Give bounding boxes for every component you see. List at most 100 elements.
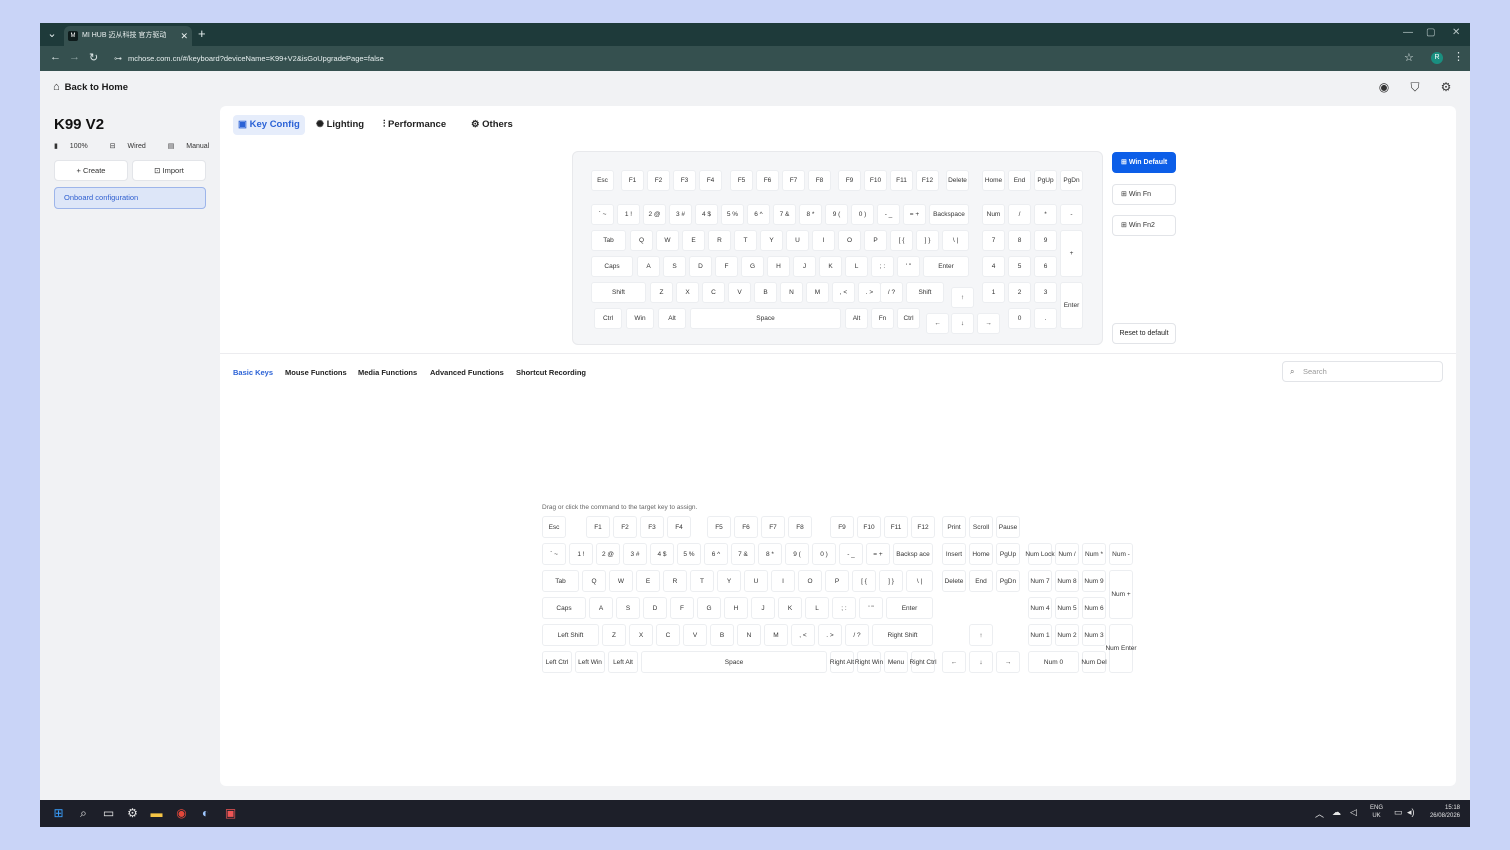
- key-3[interactable]: 3 #: [669, 204, 692, 225]
- key-shift[interactable]: Shift: [906, 282, 944, 303]
- key-symbol[interactable]: . >: [858, 282, 881, 303]
- palette-key-z[interactable]: Z: [602, 624, 626, 646]
- user-icon[interactable]: ◉: [1377, 80, 1391, 94]
- key-f4[interactable]: F4: [699, 170, 722, 191]
- key-f[interactable]: F: [715, 256, 738, 277]
- palette-key-x[interactable]: X: [629, 624, 653, 646]
- palette-key-num-enter[interactable]: Num Enter: [1105, 624, 1137, 673]
- palette-key-symbol[interactable]: ↓: [969, 651, 993, 673]
- key-y[interactable]: Y: [760, 230, 783, 251]
- key-symbol[interactable]: \ |: [942, 230, 969, 251]
- palette-key-num-9[interactable]: Num 9: [1082, 570, 1106, 592]
- palette-key-b[interactable]: B: [710, 624, 734, 646]
- url-field[interactable]: ⊶ mchose.com.cn/#/keyboard?deviceName=K9…: [108, 49, 1408, 68]
- key-g[interactable]: G: [741, 256, 764, 277]
- key-s[interactable]: S: [663, 256, 686, 277]
- palette-key-y[interactable]: Y: [717, 570, 741, 592]
- key-symbol[interactable]: +: [1060, 230, 1083, 277]
- palette-key-symbol[interactable]: - _: [839, 543, 863, 565]
- key-m[interactable]: M: [806, 282, 829, 303]
- key-1[interactable]: 1 !: [617, 204, 640, 225]
- key-caps[interactable]: Caps: [591, 256, 633, 277]
- palette-key-j[interactable]: J: [751, 597, 775, 619]
- profile-avatar[interactable]: R: [1431, 52, 1443, 64]
- palette-key-tab[interactable]: Tab: [542, 570, 579, 592]
- palette-key-f12[interactable]: F12: [911, 516, 935, 538]
- palette-key-m[interactable]: M: [764, 624, 788, 646]
- palette-key-1[interactable]: 1 !: [569, 543, 593, 565]
- key-v[interactable]: V: [728, 282, 751, 303]
- key-alt[interactable]: Alt: [658, 308, 686, 329]
- palette-key-num-1[interactable]: Num 1: [1028, 624, 1052, 646]
- key-symbol[interactable]: = +: [903, 204, 926, 225]
- palette-key-enter[interactable]: Enter: [886, 597, 933, 619]
- key-f1[interactable]: F1: [621, 170, 644, 191]
- key-symbol[interactable]: / ?: [880, 282, 903, 303]
- tab-key-config[interactable]: ▣ Key Config: [233, 115, 305, 135]
- palette-key-8[interactable]: 8 *: [758, 543, 782, 565]
- key-tab[interactable]: Tab: [591, 230, 626, 251]
- key-r[interactable]: R: [708, 230, 731, 251]
- key-o[interactable]: O: [838, 230, 861, 251]
- key-x[interactable]: X: [676, 282, 699, 303]
- reset-to-default-button[interactable]: Reset to default: [1112, 323, 1176, 344]
- volume-icon[interactable]: ◂): [1407, 807, 1415, 818]
- key-num[interactable]: Num: [982, 204, 1005, 225]
- palette-key-o[interactable]: O: [798, 570, 822, 592]
- palette-key-r[interactable]: R: [663, 570, 687, 592]
- chrome-icon[interactable]: ◉: [173, 805, 190, 822]
- palette-key-q[interactable]: Q: [582, 570, 606, 592]
- key-backspace[interactable]: Backspace: [929, 204, 969, 225]
- palette-key-insert[interactable]: Insert: [942, 543, 966, 565]
- key-f9[interactable]: F9: [838, 170, 861, 191]
- key-symbol[interactable]: *: [1034, 204, 1057, 225]
- key-q[interactable]: Q: [630, 230, 653, 251]
- palette-key-l[interactable]: L: [805, 597, 829, 619]
- palette-key-n[interactable]: N: [737, 624, 761, 646]
- key-symbol[interactable]: ; :: [871, 256, 894, 277]
- palette-key-2[interactable]: 2 @: [596, 543, 620, 565]
- key-pgdn[interactable]: PgDn: [1060, 170, 1083, 191]
- palette-key-left-shift[interactable]: Left Shift: [542, 624, 599, 646]
- key-f11[interactable]: F11: [890, 170, 913, 191]
- key-4[interactable]: 4: [982, 256, 1005, 277]
- key-k[interactable]: K: [819, 256, 842, 277]
- key-symbol[interactable]: /: [1008, 204, 1031, 225]
- palette-key-f5[interactable]: F5: [707, 516, 731, 538]
- subtab-mouse-functions[interactable]: Mouse Functions: [285, 368, 347, 377]
- palette-key-9[interactable]: 9 (: [785, 543, 809, 565]
- key-8[interactable]: 8: [1008, 230, 1031, 251]
- palette-key-symbol[interactable]: ` ~: [542, 543, 566, 565]
- key-ctrl[interactable]: Ctrl: [897, 308, 920, 329]
- palette-key-symbol[interactable]: ↑: [969, 624, 993, 646]
- key-symbol[interactable]: [ {: [890, 230, 913, 251]
- browser-menu-icon[interactable]: ⋮: [1453, 50, 1464, 63]
- key-7[interactable]: 7 &: [773, 204, 796, 225]
- palette-key-symbol[interactable]: / ?: [845, 624, 869, 646]
- palette-key-delete[interactable]: Delete: [942, 570, 966, 592]
- settings-gear-icon[interactable]: ⚙: [1439, 80, 1453, 94]
- key-esc[interactable]: Esc: [591, 170, 614, 191]
- bookmark-star-icon[interactable]: ☆: [1404, 51, 1414, 64]
- key-i[interactable]: I: [812, 230, 835, 251]
- palette-key-f10[interactable]: F10: [857, 516, 881, 538]
- palette-key-k[interactable]: K: [778, 597, 802, 619]
- key-6[interactable]: 6 ^: [747, 204, 770, 225]
- shirt-icon[interactable]: ⛉: [1408, 80, 1422, 94]
- palette-key-num-6[interactable]: Num 6: [1082, 597, 1106, 619]
- palette-key-caps[interactable]: Caps: [542, 597, 586, 619]
- key-z[interactable]: Z: [650, 282, 673, 303]
- subtab-shortcut-recording[interactable]: Shortcut Recording: [516, 368, 586, 377]
- palette-key-num-4[interactable]: Num 4: [1028, 597, 1052, 619]
- palette-key-a[interactable]: A: [589, 597, 613, 619]
- key-3[interactable]: 3: [1034, 282, 1057, 303]
- palette-key-t[interactable]: T: [690, 570, 714, 592]
- key-home[interactable]: Home: [982, 170, 1005, 191]
- key-end[interactable]: End: [1008, 170, 1031, 191]
- palette-key-h[interactable]: H: [724, 597, 748, 619]
- palette-key-f2[interactable]: F2: [613, 516, 637, 538]
- site-info-icon[interactable]: ⊶: [114, 49, 122, 68]
- palette-key-right-win[interactable]: Right Win: [855, 651, 883, 673]
- minimize-icon[interactable]: —: [1403, 27, 1413, 38]
- palette-key-symbol[interactable]: [ {: [852, 570, 876, 592]
